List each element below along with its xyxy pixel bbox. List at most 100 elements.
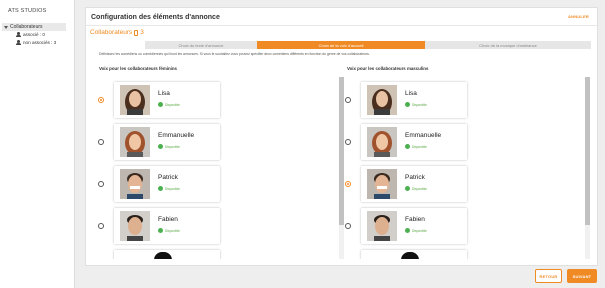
- tab-texte-annonce[interactable]: Choix du texte d'annonce: [145, 41, 257, 49]
- avatar-patrick: [367, 169, 397, 199]
- voice-card: [361, 250, 467, 259]
- voice-row-lisa[interactable]: Lisa Disponible: [90, 82, 330, 118]
- voice-card[interactable]: Fabien Disponible: [361, 208, 467, 244]
- status-badge: Disponible: [405, 102, 427, 107]
- voice-name: Lisa: [405, 90, 417, 97]
- available-dot-icon: [405, 102, 410, 107]
- status-badge: Disponible: [158, 144, 180, 149]
- tree-item-collaborateurs[interactable]: Collaborateurs: [2, 23, 66, 31]
- status-text: Disponible: [412, 228, 427, 233]
- available-dot-icon: [158, 228, 163, 233]
- voice-radio-lisa[interactable]: [98, 97, 104, 103]
- section-title: Collaborateurs 3: [90, 29, 144, 36]
- available-dot-icon: [158, 186, 163, 191]
- voice-radio-patrick[interactable]: [98, 181, 104, 187]
- description-text: Définissez les comédiens ou comédiennes …: [99, 52, 370, 56]
- avatar-partial: [401, 252, 419, 259]
- male-voice-list: Lisa Disponible Emmanuelle Disponible Pa…: [337, 77, 590, 259]
- status-text: Disponible: [165, 228, 180, 233]
- voice-name: Emmanuelle: [405, 132, 442, 139]
- avatar-patrick: [120, 169, 150, 199]
- scrollbar-thumb[interactable]: [585, 77, 590, 225]
- status-badge: Disponible: [158, 102, 180, 107]
- sidebar: ATS STUDIOS Collaborateurs associé : 0 n…: [0, 0, 75, 288]
- status-badge: Disponible: [405, 144, 427, 149]
- status-text: Disponible: [412, 144, 427, 149]
- available-dot-icon: [405, 144, 410, 149]
- voice-row-fabien[interactable]: Fabien Disponible: [337, 208, 577, 244]
- status-text: Disponible: [165, 186, 180, 191]
- avatar-fabien: [367, 211, 397, 241]
- page-title: Configuration des éléments d'annonce: [91, 14, 220, 21]
- avatar-emmanuelle: [120, 127, 150, 157]
- voice-card[interactable]: Lisa Disponible: [114, 82, 220, 118]
- avatar-emmanuelle: [367, 127, 397, 157]
- user-icon: [16, 32, 21, 37]
- section-count: 3: [140, 29, 144, 36]
- status-text: Disponible: [165, 144, 180, 149]
- status-badge: Disponible: [405, 228, 427, 233]
- voice-row-lisa[interactable]: Lisa Disponible: [337, 82, 577, 118]
- male-list-scrollbar[interactable]: [585, 77, 590, 259]
- back-button[interactable]: RETOUR: [535, 269, 562, 283]
- female-column-header: Voix pour les collaborateurs féminins: [99, 66, 177, 71]
- avatar-lisa: [120, 85, 150, 115]
- tree-item-label: Collaborateurs: [10, 24, 43, 30]
- voice-card[interactable]: Emmanuelle Disponible: [361, 124, 467, 160]
- voice-card[interactable]: Lisa Disponible: [361, 82, 467, 118]
- male-column-header: Voix pour les collaborateurs masculins: [347, 66, 429, 71]
- next-button[interactable]: SUIVANT: [567, 269, 597, 283]
- status-text: Disponible: [412, 186, 427, 191]
- voice-radio-fabien[interactable]: [98, 223, 104, 229]
- available-dot-icon: [405, 228, 410, 233]
- step-tabs: Choix du texte d'annonce Choix de la voi…: [145, 41, 591, 49]
- voice-radio-emmanuelle[interactable]: [345, 139, 351, 145]
- status-text: Disponible: [412, 102, 427, 107]
- voice-name: Fabien: [405, 216, 425, 223]
- voice-row-emmanuelle[interactable]: Emmanuelle Disponible: [337, 124, 577, 160]
- voice-card[interactable]: Patrick Disponible: [361, 166, 467, 202]
- voice-row-fabien[interactable]: Fabien Disponible: [90, 208, 330, 244]
- tree-item-associe[interactable]: associé : 0: [16, 32, 45, 37]
- voice-card[interactable]: Emmanuelle Disponible: [114, 124, 220, 160]
- voice-name: Fabien: [158, 216, 178, 223]
- status-badge: Disponible: [405, 186, 427, 191]
- tree-item-label: non associés : 3: [23, 40, 57, 45]
- status-badge: Disponible: [158, 186, 180, 191]
- voice-card[interactable]: Fabien Disponible: [114, 208, 220, 244]
- section-title-label: Collaborateurs: [90, 29, 133, 36]
- voice-name: Patrick: [405, 174, 425, 181]
- voice-row-patrick[interactable]: Patrick Disponible: [337, 166, 577, 202]
- avatar-fabien: [120, 211, 150, 241]
- available-dot-icon: [158, 144, 163, 149]
- tab-voix-accueil[interactable]: Choix de la voix d'accueil: [257, 41, 425, 49]
- users-icon: [16, 40, 21, 45]
- female-voice-list: Lisa Disponible Emmanuelle Disponible Pa…: [90, 77, 344, 259]
- voice-row-emmanuelle[interactable]: Emmanuelle Disponible: [90, 124, 330, 160]
- voice-card: [114, 250, 220, 259]
- voice-radio-lisa[interactable]: [345, 97, 351, 103]
- avatar-lisa: [367, 85, 397, 115]
- voice-row-patrick[interactable]: Patrick Disponible: [90, 166, 330, 202]
- phone-icon: [134, 29, 139, 36]
- available-dot-icon: [405, 186, 410, 191]
- divider: [86, 25, 597, 26]
- tab-musique-ambiance[interactable]: Choix de la musique d'ambiance: [425, 41, 591, 49]
- voice-radio-patrick[interactable]: [345, 181, 351, 187]
- voice-radio-emmanuelle[interactable]: [98, 139, 104, 145]
- avatar-partial: [154, 252, 172, 259]
- voice-name: Patrick: [158, 174, 178, 181]
- configuration-card: Configuration des éléments d'annonce ANN…: [85, 7, 598, 266]
- tree-item-non-associes[interactable]: non associés : 3: [16, 40, 56, 45]
- tree-item-label: associé : 0: [23, 32, 45, 37]
- voice-name: Emmanuelle: [158, 132, 195, 139]
- voice-card[interactable]: Patrick Disponible: [114, 166, 220, 202]
- status-badge: Disponible: [158, 228, 180, 233]
- available-dot-icon: [158, 102, 163, 107]
- voice-radio-fabien[interactable]: [345, 223, 351, 229]
- caret-down-icon[interactable]: [4, 25, 8, 29]
- status-text: Disponible: [165, 102, 180, 107]
- voice-row-partial: [90, 250, 330, 259]
- cancel-link[interactable]: ANNULER: [568, 14, 589, 19]
- voice-row-partial: [337, 250, 577, 259]
